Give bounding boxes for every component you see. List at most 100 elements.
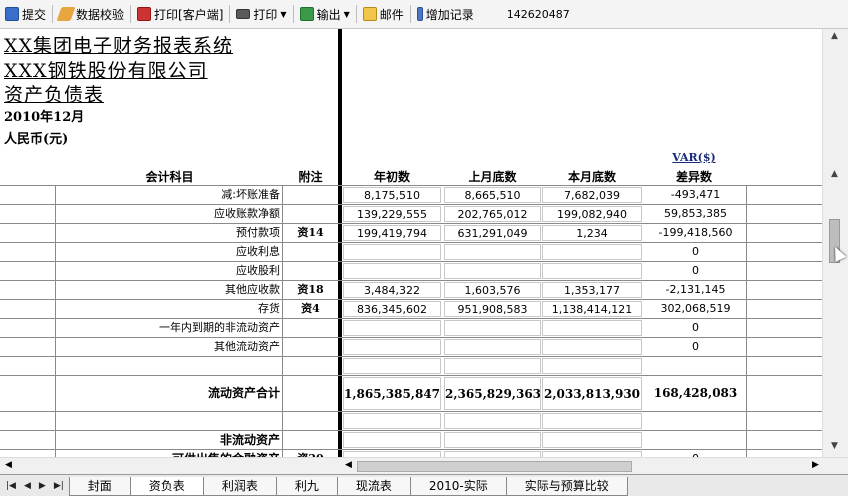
note-cell[interactable] [283,338,338,356]
account-cell[interactable]: 应收利息 [56,243,283,261]
difference-cell[interactable] [645,412,747,430]
sheet-tab[interactable]: 利九 [275,477,338,496]
sheet-tab[interactable]: 2010-实际 [409,477,507,496]
row-gutter-cell[interactable] [0,376,56,411]
opening-cell[interactable] [343,244,441,260]
opening-cell[interactable]: 1,865,385,847 [343,377,441,410]
this-month-cell[interactable]: 7,682,039 [542,187,642,203]
note-cell[interactable] [283,186,338,204]
sheet-tab[interactable]: 现流表 [336,477,411,496]
difference-cell[interactable]: 0 [645,262,747,280]
last-month-cell[interactable] [444,339,541,355]
opening-cell[interactable] [343,339,441,355]
sheet-tab[interactable]: 实际与预算比较 [505,477,628,496]
difference-cell[interactable]: 0 [645,243,747,261]
scroll-right-icon[interactable]: ▶ [812,460,819,470]
last-month-cell[interactable] [444,244,541,260]
scroll-up-icon[interactable]: ▲ [831,31,838,41]
note-cell[interactable] [283,262,338,280]
account-cell[interactable]: 一年内到期的非流动资产 [56,319,283,337]
last-month-cell[interactable]: 2,365,829,363 [444,377,541,410]
difference-cell[interactable] [645,357,747,375]
row-gutter-cell[interactable] [0,224,56,242]
row-gutter-cell[interactable] [0,281,56,299]
difference-cell[interactable]: -2,131,145 [645,281,747,299]
row-gutter-cell[interactable] [0,319,56,337]
this-month-cell[interactable] [542,432,642,448]
last-month-cell[interactable] [444,263,541,279]
mail-button[interactable]: 邮件 [360,3,407,25]
note-cell[interactable] [283,205,338,223]
row-gutter-cell[interactable] [0,412,56,430]
last-month-cell[interactable]: 631,291,049 [444,225,541,241]
scroll-left-icon[interactable]: ◀ [5,460,12,470]
difference-cell[interactable]: -493,471 [645,186,747,204]
note-cell[interactable] [283,357,338,375]
this-month-cell[interactable]: 2,033,813,930 [542,377,642,410]
account-cell[interactable]: 非流动资产 [56,431,283,449]
account-cell[interactable]: 预付款项 [56,224,283,242]
note-cell[interactable] [283,412,338,430]
this-month-cell[interactable] [542,263,642,279]
opening-cell[interactable]: 199,419,794 [343,225,441,241]
row-gutter-cell[interactable] [0,186,56,204]
difference-cell[interactable]: 0 [645,450,747,457]
sheet-tab[interactable]: 利润表 [202,477,277,496]
this-month-cell[interactable]: 1,234 [542,225,642,241]
note-cell[interactable] [283,319,338,337]
account-cell[interactable]: 存货 [56,300,283,318]
scroll-up-icon[interactable]: ▲ [831,169,838,179]
this-month-cell[interactable]: 1,138,414,121 [542,301,642,317]
account-cell[interactable]: 减:坏账准备 [56,186,283,204]
note-cell[interactable] [283,243,338,261]
difference-cell[interactable] [645,431,747,449]
next-sheet-icon[interactable]: ▶ [39,481,46,491]
sheet-tab[interactable]: 资负表 [129,477,204,496]
last-month-cell[interactable]: 1,603,576 [444,282,541,298]
opening-cell[interactable] [343,413,441,429]
note-cell[interactable] [283,376,338,411]
scroll-left-icon[interactable]: ◀ [345,460,352,470]
last-month-cell[interactable]: 202,765,012 [444,206,541,222]
last-month-cell[interactable] [444,432,541,448]
difference-cell[interactable]: 168,428,083 [645,376,747,411]
opening-cell[interactable]: 836,345,602 [343,301,441,317]
last-month-cell[interactable] [444,413,541,429]
difference-cell[interactable]: 302,068,519 [645,300,747,318]
note-cell[interactable]: 资20 [283,450,338,457]
opening-cell[interactable]: 139,229,555 [343,206,441,222]
scroll-down-icon[interactable]: ▼ [831,441,838,451]
row-gutter-cell[interactable] [0,300,56,318]
this-month-cell[interactable] [542,244,642,260]
first-sheet-icon[interactable]: |◀ [6,481,16,491]
account-cell[interactable]: 其他流动资产 [56,338,283,356]
account-cell[interactable]: 其他应收款 [56,281,283,299]
opening-cell[interactable]: 8,175,510 [343,187,441,203]
vertical-scrollbar[interactable]: ▲ ▲ ▼ [822,29,848,457]
this-month-cell[interactable]: 1,353,177 [542,282,642,298]
this-month-cell[interactable]: 199,082,940 [542,206,642,222]
sheet-tab[interactable]: 封面 [68,477,131,496]
row-gutter-cell[interactable] [0,205,56,223]
last-month-cell[interactable]: 8,665,510 [444,187,541,203]
last-month-cell[interactable]: 951,908,583 [444,301,541,317]
difference-cell[interactable]: 59,853,385 [645,205,747,223]
account-cell[interactable]: 应收账款净额 [56,205,283,223]
note-cell[interactable] [283,431,338,449]
opening-cell[interactable] [343,263,441,279]
opening-cell[interactable] [343,358,441,374]
export-button[interactable]: 输出 ▼ [297,3,353,25]
this-month-cell[interactable] [542,413,642,429]
last-month-cell[interactable] [444,320,541,336]
row-gutter-cell[interactable] [0,262,56,280]
difference-cell[interactable]: 0 [645,319,747,337]
this-month-cell[interactable] [542,358,642,374]
last-sheet-icon[interactable]: ▶| [54,481,64,491]
print-button[interactable]: 打印 ▼ [233,3,289,25]
row-gutter-cell[interactable] [0,338,56,356]
horizontal-scroll-thumb[interactable] [357,461,632,472]
horizontal-scrollbar[interactable]: ◀ ◀ ▶ [0,457,848,474]
submit-button[interactable]: 提交 [2,3,49,25]
row-gutter-cell[interactable] [0,243,56,261]
row-gutter-cell[interactable] [0,450,56,457]
